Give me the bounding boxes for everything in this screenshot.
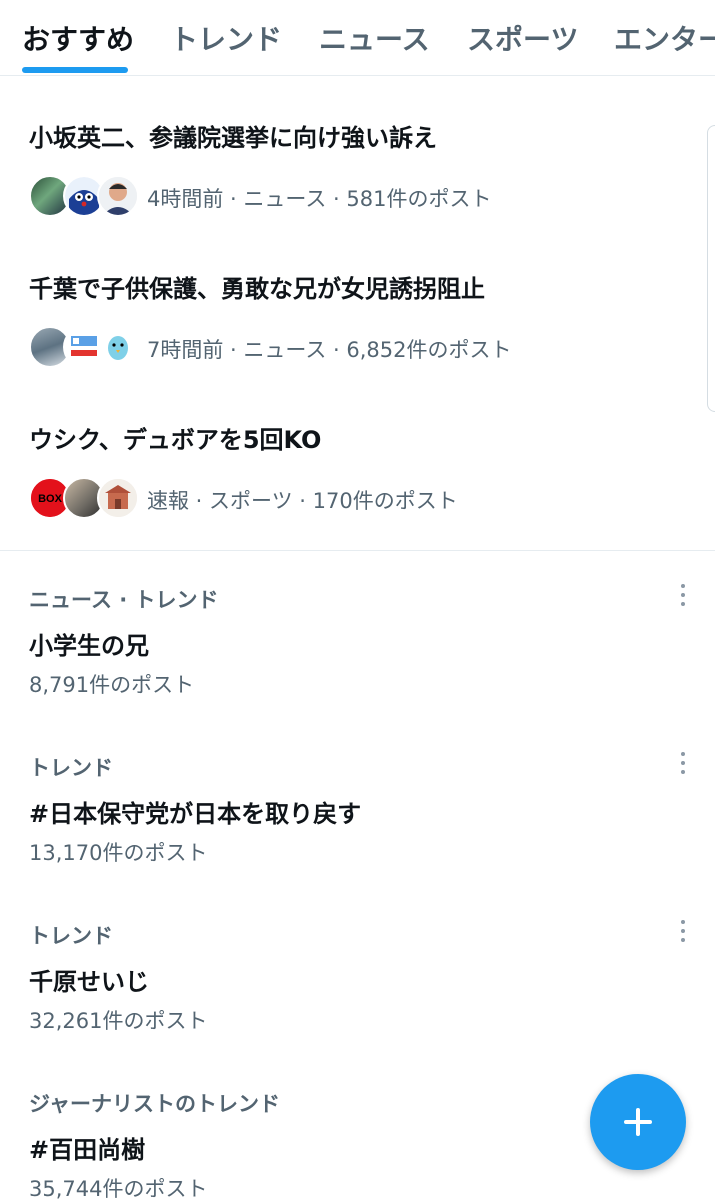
tab-trending[interactable]: トレンド bbox=[170, 18, 282, 58]
story-meta: 4時間前 · ニュース · 581件のポスト bbox=[147, 187, 492, 211]
more-options-icon[interactable] bbox=[673, 580, 693, 610]
trend-name: #日本保守党が日本を取り戻す bbox=[29, 800, 362, 828]
story-avatars: BOX bbox=[29, 477, 139, 519]
avatar-bird-icon bbox=[97, 326, 139, 368]
news-story[interactable]: ウシク、デュボアを5回KO BOX 速報 · スポーツ · 170件のポスト bbox=[29, 420, 679, 521]
story-title: ウシク、デュボアを5回KO bbox=[29, 426, 322, 454]
more-options-icon[interactable] bbox=[673, 916, 693, 946]
story-meta: 7時間前 · ニュース · 6,852件のポスト bbox=[147, 338, 512, 362]
active-tab-indicator bbox=[22, 67, 128, 73]
tab-recommended[interactable]: おすすめ bbox=[22, 18, 134, 58]
story-avatars bbox=[29, 326, 139, 368]
story-meta-row: 4時間前 · ニュース · 581件のポスト bbox=[29, 175, 679, 219]
scroll-indicator[interactable] bbox=[707, 125, 715, 412]
trend-post-count: 8,791件のポスト bbox=[29, 673, 195, 697]
trend-post-count: 32,261件のポスト bbox=[29, 1009, 208, 1033]
compose-post-button[interactable] bbox=[590, 1074, 686, 1170]
trend-category: ニュース · トレンド bbox=[29, 588, 219, 612]
tab-news[interactable]: ニュース bbox=[319, 18, 430, 58]
tab-sports[interactable]: スポーツ bbox=[467, 18, 578, 58]
trend-name: 小学生の兄 bbox=[29, 632, 149, 660]
trend-item[interactable]: トレンド #日本保守党が日本を取り戻す 13,170件のポスト bbox=[29, 752, 689, 867]
avatar-building-icon bbox=[97, 477, 139, 519]
trend-item[interactable]: ジャーナリストのトレンド #百田尚樹 35,744件のポスト bbox=[29, 1088, 689, 1200]
trend-item[interactable]: ニュース · トレンド 小学生の兄 8,791件のポスト bbox=[29, 584, 689, 699]
story-avatars bbox=[29, 175, 139, 217]
svg-text:BOX: BOX bbox=[38, 493, 63, 505]
trend-name: 千原せいじ bbox=[29, 968, 149, 996]
news-story[interactable]: 千葉で子供保護、勇敢な兄が女児誘拐阻止 7時間前 · ニュース · 6,852件… bbox=[29, 269, 679, 370]
trend-post-count: 13,170件のポスト bbox=[29, 841, 208, 865]
story-meta: 速報 · スポーツ · 170件のポスト bbox=[147, 489, 458, 513]
story-title: 千葉で子供保護、勇敢な兄が女児誘拐阻止 bbox=[29, 275, 485, 303]
story-title: 小坂英二、参議院選挙に向け強い訴え bbox=[29, 124, 437, 152]
section-divider bbox=[0, 550, 715, 551]
more-options-icon[interactable] bbox=[673, 748, 693, 778]
trend-item[interactable]: トレンド 千原せいじ 32,261件のポスト bbox=[29, 920, 689, 1035]
trend-category: トレンド bbox=[29, 924, 113, 948]
explore-page: おすすめ トレンド ニュース スポーツ エンター 小坂英二、参議院選挙に向け強い… bbox=[0, 0, 715, 1200]
trend-name: #百田尚樹 bbox=[29, 1136, 146, 1164]
trend-post-count: 35,744件のポスト bbox=[29, 1177, 208, 1200]
trend-category: トレンド bbox=[29, 756, 113, 780]
story-meta-row: BOX 速報 · スポーツ · 170件のポスト bbox=[29, 477, 679, 521]
plus-icon-vertical bbox=[636, 1108, 640, 1136]
story-meta-row: 7時間前 · ニュース · 6,852件のポスト bbox=[29, 326, 679, 370]
news-story[interactable]: 小坂英二、参議院選挙に向け強い訴え 4時間前 · ニュース · 581件のポスト bbox=[29, 118, 679, 219]
avatar-person-icon bbox=[97, 175, 139, 217]
tab-entertainment[interactable]: エンター bbox=[614, 18, 715, 58]
tab-bar: おすすめ トレンド ニュース スポーツ エンター bbox=[0, 0, 715, 76]
